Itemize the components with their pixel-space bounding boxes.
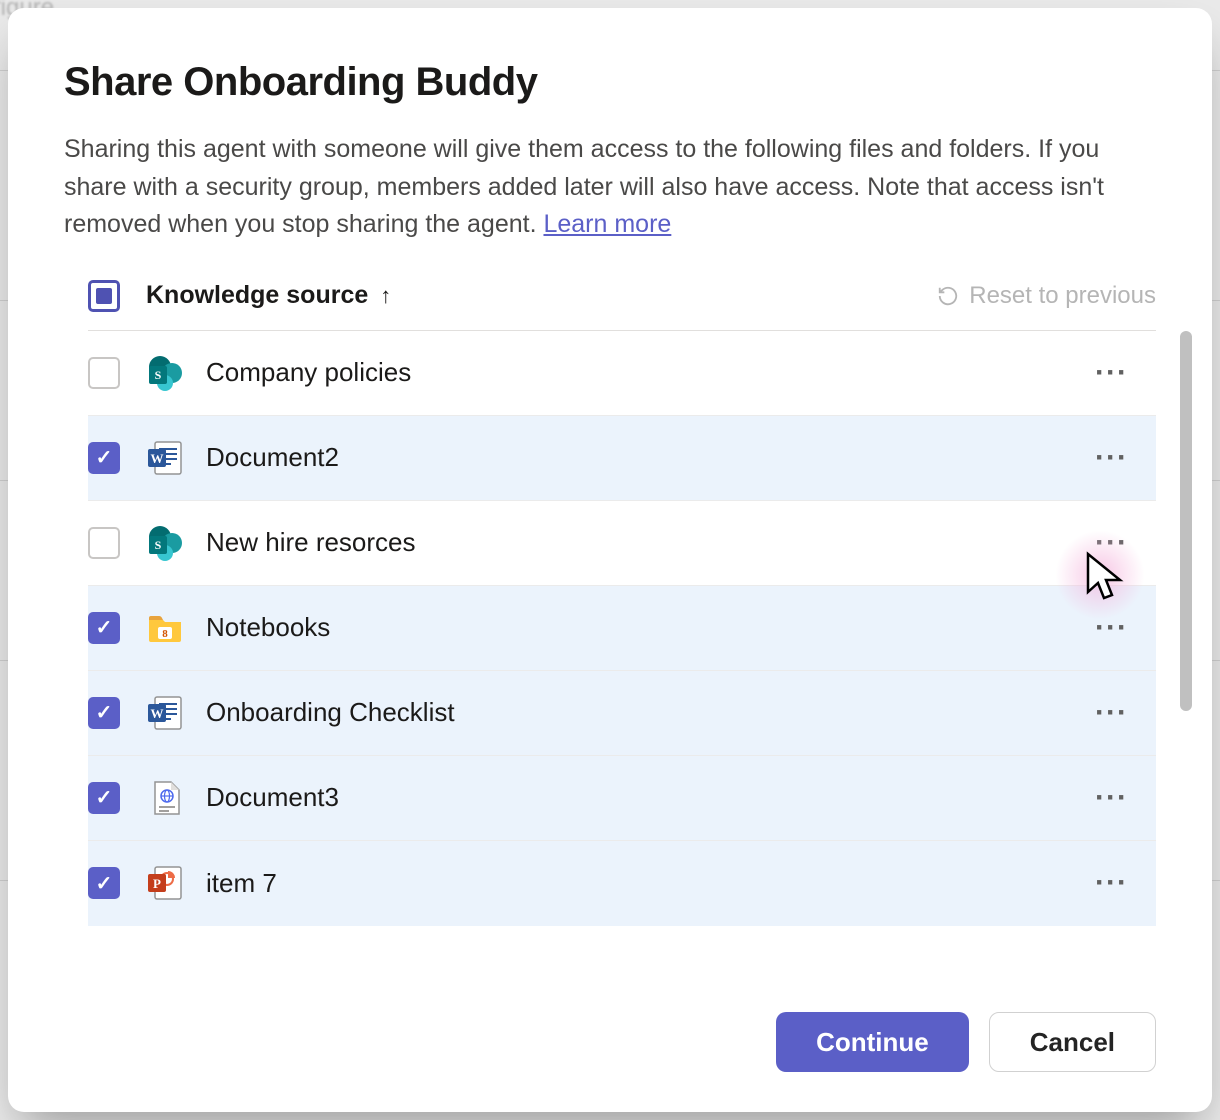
row-label: Onboarding Checklist [206, 697, 455, 728]
row-checkbox[interactable]: ✓ [88, 697, 120, 729]
more-options-button[interactable]: ··· [1087, 437, 1136, 479]
svg-text:S: S [155, 538, 162, 552]
svg-text:P: P [153, 876, 161, 891]
row-label: item 7 [206, 868, 277, 899]
reset-label: Reset to previous [969, 282, 1156, 310]
share-dialog: Share Onboarding Buddy Sharing this agen… [8, 8, 1212, 1112]
powerpoint-icon: P [144, 862, 186, 904]
check-icon: ✓ [96, 445, 113, 470]
more-options-button[interactable]: ··· [1087, 692, 1136, 734]
more-options-button[interactable]: ··· [1087, 522, 1136, 564]
row-label: New hire resorces [206, 527, 416, 558]
checkbox-indeterminate-icon [96, 288, 112, 304]
select-all-checkbox[interactable] [88, 280, 120, 312]
list-item[interactable]: S New hire resorces ··· [88, 501, 1156, 586]
folder-icon: 8 [144, 607, 186, 649]
row-checkbox[interactable]: ✓ [88, 442, 120, 474]
dialog-title: Share Onboarding Buddy [64, 60, 1156, 105]
more-options-button[interactable]: ··· [1087, 777, 1136, 819]
check-icon: ✓ [96, 871, 113, 896]
row-checkbox[interactable] [88, 527, 120, 559]
row-label: Document2 [206, 442, 339, 473]
list-item[interactable]: S Company policies ··· [88, 331, 1156, 416]
web-file-icon [144, 777, 186, 819]
check-icon: ✓ [96, 700, 113, 725]
dialog-description: Sharing this agent with someone will giv… [64, 131, 1156, 244]
sharepoint-icon: S [144, 352, 186, 394]
column-header-knowledge-source[interactable]: Knowledge source [146, 281, 368, 310]
row-checkbox[interactable]: ✓ [88, 782, 120, 814]
sort-ascending-icon: ↑ [380, 283, 391, 309]
sharepoint-icon: S [144, 522, 186, 564]
scrollbar[interactable] [1180, 331, 1192, 711]
row-label: Notebooks [206, 612, 330, 643]
knowledge-source-list: S Company policies ··· ✓ [88, 331, 1156, 926]
check-icon: ✓ [96, 615, 113, 640]
cancel-button[interactable]: Cancel [989, 1012, 1156, 1072]
continue-button[interactable]: Continue [776, 1012, 969, 1072]
more-options-button[interactable]: ··· [1087, 862, 1136, 904]
svg-text:S: S [155, 368, 162, 382]
learn-more-link[interactable]: Learn more [543, 210, 671, 238]
more-options-button[interactable]: ··· [1087, 607, 1136, 649]
dialog-footer: Continue Cancel [64, 984, 1156, 1072]
table-header: Knowledge source ↑ Reset to previous [88, 280, 1156, 331]
more-options-button[interactable]: ··· [1087, 352, 1136, 394]
svg-text:W: W [151, 451, 164, 466]
check-icon: ✓ [96, 785, 113, 810]
row-checkbox[interactable]: ✓ [88, 867, 120, 899]
word-icon: W [144, 437, 186, 479]
row-checkbox[interactable] [88, 357, 120, 389]
list-item[interactable]: ✓ W Document2 ··· [88, 416, 1156, 501]
scrollbar-thumb[interactable] [1180, 331, 1192, 711]
row-label: Document3 [206, 782, 339, 813]
list-item[interactable]: ✓ Document3 ··· [88, 756, 1156, 841]
undo-icon [937, 285, 959, 307]
list-item[interactable]: ✓ P item 7 ··· [88, 841, 1156, 926]
list-item[interactable]: ✓ W Onboarding Checklist ··· [88, 671, 1156, 756]
row-label: Company policies [206, 357, 411, 388]
word-icon: W [144, 692, 186, 734]
reset-to-previous-button[interactable]: Reset to previous [937, 282, 1156, 310]
list-item[interactable]: ✓ 8 Notebooks ··· [88, 586, 1156, 671]
row-checkbox[interactable]: ✓ [88, 612, 120, 644]
svg-text:8: 8 [162, 628, 168, 640]
svg-text:W: W [151, 706, 164, 721]
